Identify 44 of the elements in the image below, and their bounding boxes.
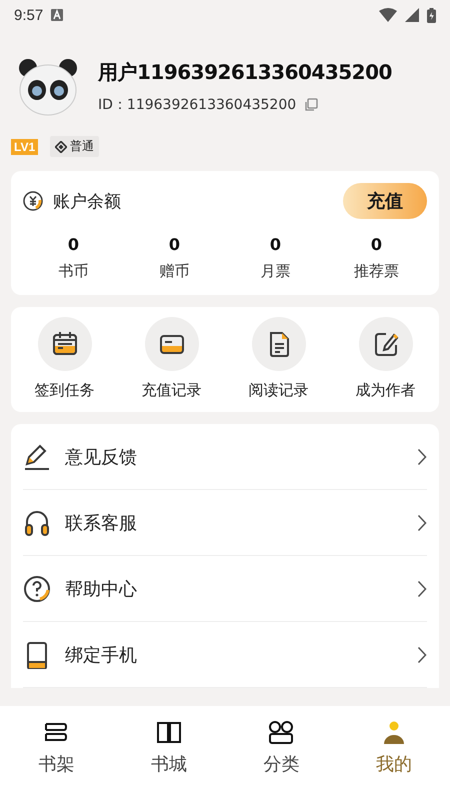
tier-label: 普通 <box>70 138 94 155</box>
level-badge: LV1 <box>11 138 38 154</box>
notification-icon <box>51 9 64 21</box>
menu-item[interactable]: 绑定手机 <box>23 622 427 688</box>
user-name: 用户1196392613360435200 <box>98 58 392 86</box>
calendar-icon <box>50 330 78 358</box>
menu-item[interactable]: 帮助中心 <box>23 556 427 622</box>
stat-label: 月票 <box>260 262 290 281</box>
shortcut-item[interactable]: 充值记录 <box>118 317 225 400</box>
shortcut-item[interactable]: 签到任务 <box>11 317 118 400</box>
copy-icon[interactable] <box>304 98 318 112</box>
stat-label: 推荐票 <box>354 262 399 281</box>
chevron-icon <box>417 580 427 598</box>
battery-icon <box>427 8 436 22</box>
recharge-button[interactable]: 充值 <box>343 183 427 219</box>
nav-tab[interactable]: 书城 <box>112 720 225 800</box>
diamond-icon <box>55 140 68 152</box>
book-icon <box>156 720 182 746</box>
stat-label: 书币 <box>58 262 88 281</box>
signal-icon <box>405 8 419 22</box>
grid-icon <box>268 720 294 746</box>
headphones-icon <box>23 508 51 536</box>
pencil-icon <box>23 442 51 470</box>
chevron-icon <box>417 448 427 466</box>
shortcut-item[interactable]: 阅读记录 <box>225 317 332 400</box>
stat-value: 0 <box>270 235 282 254</box>
shortcut-item[interactable]: 成为作者 <box>332 317 439 400</box>
coin-icon <box>23 191 43 211</box>
nav-tab[interactable]: 书架 <box>0 720 112 800</box>
balance-title: 账户余额 <box>53 190 121 212</box>
chevron-icon <box>417 514 427 532</box>
stat-value: 0 <box>168 235 180 254</box>
nav-tab[interactable]: 我的 <box>338 720 450 800</box>
wifi-icon <box>379 8 397 22</box>
menu-item[interactable]: 意见反馈 <box>23 424 427 490</box>
nav-tab[interactable]: 分类 <box>225 720 338 800</box>
stat-label: 赠币 <box>160 262 190 281</box>
menu-item[interactable]: 联系客服 <box>23 490 427 556</box>
user-id: ID：1196392613360435200 <box>98 96 296 114</box>
clock-time: 9:57 <box>14 6 44 24</box>
help-icon <box>23 574 51 602</box>
stat-value: 0 <box>370 235 382 254</box>
chevron-icon <box>417 646 427 664</box>
stat-value: 0 <box>68 235 80 254</box>
